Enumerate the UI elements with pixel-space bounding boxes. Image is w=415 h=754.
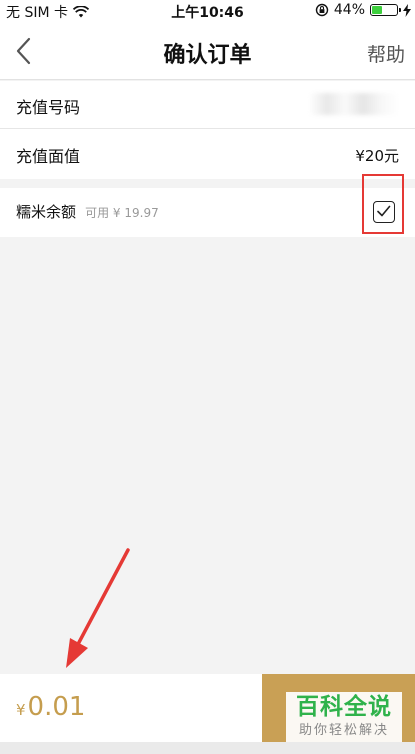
watermark-title: 百科全说 [296,694,392,720]
balance-available: 可用 ¥ 19.97 [85,206,159,220]
status-right: 44% [315,2,411,18]
face-value: ¥20元 [355,147,399,165]
balance-row[interactable]: 糯米余额 可用 ¥ 19.97 [0,188,415,237]
recharge-number-row: 充值号码 [0,81,415,129]
battery-percent: 44% [333,2,365,18]
navigation-bar: 确认订单 帮助 [0,22,415,80]
watermark-subtitle: 助你轻松解决 [298,723,389,738]
help-button[interactable]: 帮助 [367,40,405,67]
page-title: 确认订单 [163,43,252,68]
battery-icon [370,4,401,16]
face-value-row: 充值面值 ¥20元 [0,129,415,179]
battery-fill [372,6,382,14]
total-price: ¥0.01 [16,692,85,722]
rotation-lock-icon [315,3,329,17]
status-bar: 无 SIM 卡 上午10:46 44% [0,0,415,22]
price-amount: 0.01 [27,692,86,722]
masked-phone-number [309,93,399,115]
watermark-logo: 百科全说 助你轻松解决 [286,692,402,746]
bottom-strip [0,742,415,754]
annotation-highlight-box [362,174,404,234]
balance-title: 糯米余额 [16,203,77,221]
balance-label: 糯米余额 可用 ¥ 19.97 [16,201,159,222]
currency-symbol: ¥ [16,701,26,719]
charging-icon [403,3,411,17]
recharge-number-label: 充值号码 [16,98,81,117]
face-value-label: 充值面值 [16,147,81,166]
